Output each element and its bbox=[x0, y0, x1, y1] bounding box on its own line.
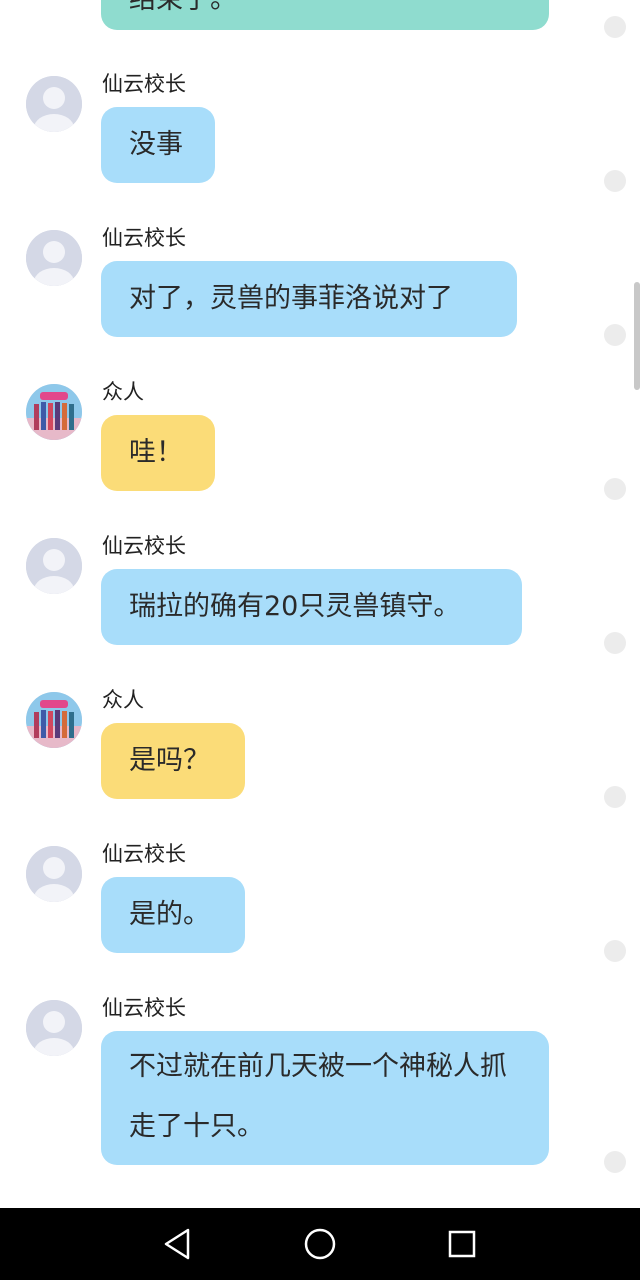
select-dot[interactable] bbox=[604, 170, 626, 192]
sender-name: 仙云校长 bbox=[102, 996, 186, 1020]
default-avatar[interactable] bbox=[26, 230, 82, 286]
select-dot[interactable] bbox=[604, 324, 626, 346]
message-bubble[interactable]: 结束了。 bbox=[101, 0, 549, 30]
system-navigation-bar bbox=[0, 1208, 640, 1280]
default-avatar[interactable] bbox=[26, 76, 82, 132]
sender-name: 众人 bbox=[102, 380, 144, 404]
default-avatar[interactable] bbox=[26, 538, 82, 594]
message-bubble[interactable]: 对了，灵兽的事菲洛说对了 bbox=[101, 261, 517, 337]
default-avatar[interactable] bbox=[26, 1000, 82, 1056]
message-bubble[interactable]: 哇！ bbox=[101, 415, 215, 491]
sender-name: 众人 bbox=[102, 688, 144, 712]
group-photo-avatar[interactable] bbox=[26, 692, 82, 748]
message-bubble[interactable]: 是的。 bbox=[101, 877, 245, 953]
message-bubble[interactable]: 没事 bbox=[101, 107, 215, 183]
sender-name: 仙云校长 bbox=[102, 226, 186, 250]
message-bubble[interactable]: 瑞拉的确有20只灵兽镇守。 bbox=[101, 569, 522, 645]
select-dot[interactable] bbox=[604, 1151, 626, 1173]
select-dot[interactable] bbox=[604, 786, 626, 808]
scrollbar[interactable] bbox=[634, 282, 640, 390]
back-icon[interactable] bbox=[156, 1222, 200, 1266]
sender-name: 仙云校长 bbox=[102, 842, 186, 866]
message-bubble[interactable]: 不过就在前几天被一个神秘人抓走了十只。 bbox=[101, 1031, 549, 1165]
group-photo-avatar[interactable] bbox=[26, 384, 82, 440]
default-avatar[interactable] bbox=[26, 846, 82, 902]
select-dot[interactable] bbox=[604, 478, 626, 500]
select-dot[interactable] bbox=[604, 940, 626, 962]
sender-name: 仙云校长 bbox=[102, 72, 186, 96]
home-icon[interactable] bbox=[298, 1222, 342, 1266]
sender-name: 仙云校长 bbox=[102, 534, 186, 558]
chat-area[interactable]: 结束了。 仙云校长 没事 仙云校长 对了，灵兽的事菲洛说对了 bbox=[0, 0, 640, 1208]
message-bubble[interactable]: 是吗？ bbox=[101, 723, 245, 799]
recents-icon[interactable] bbox=[440, 1222, 484, 1266]
select-dot[interactable] bbox=[604, 632, 626, 654]
select-dot[interactable] bbox=[604, 16, 626, 38]
